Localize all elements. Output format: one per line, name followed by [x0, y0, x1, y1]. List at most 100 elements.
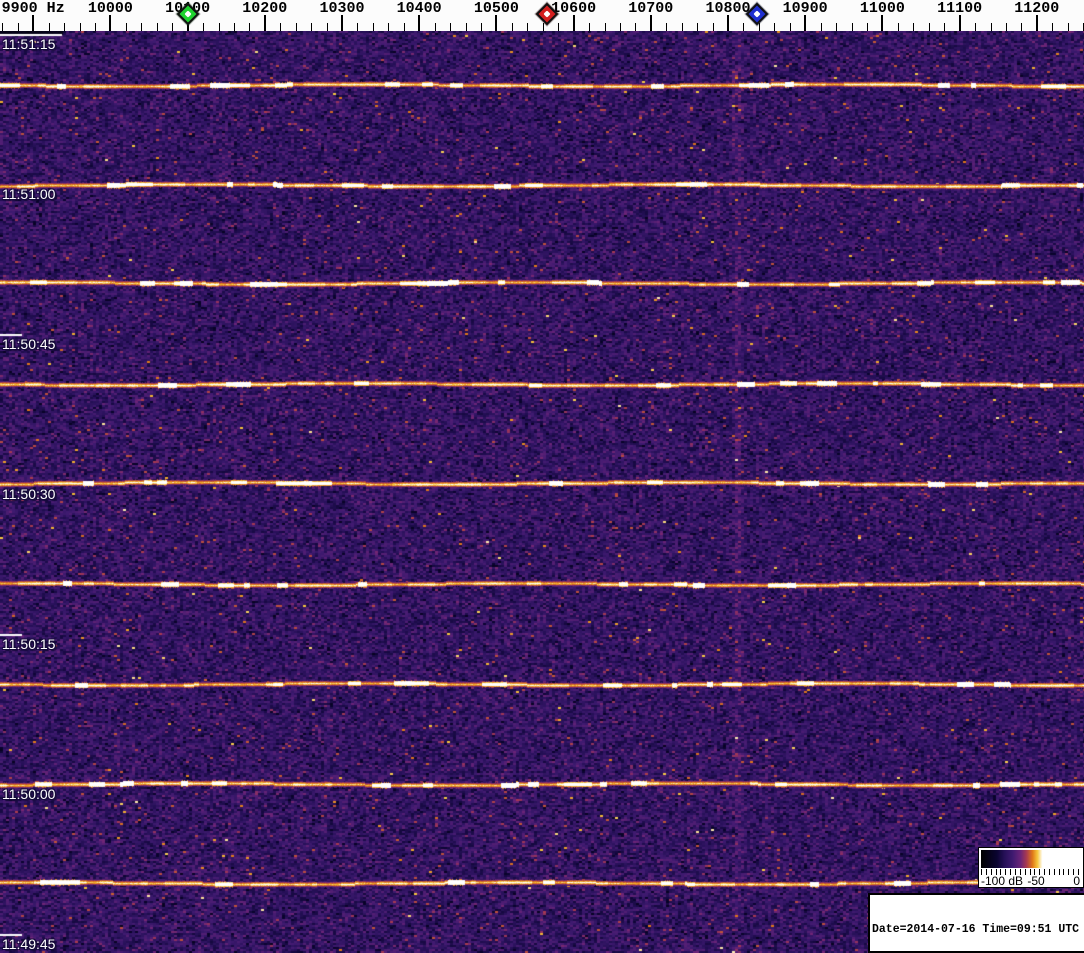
- freq-tick: [635, 23, 636, 31]
- freq-tick: [141, 23, 142, 31]
- freq-tick: [32, 15, 34, 31]
- info-date-time: Date=2014-07-16 Time=09:51 UTC: [872, 923, 1082, 937]
- freq-tick: [821, 23, 822, 31]
- freq-tick: [49, 23, 50, 31]
- colorbar-mid-label: -50: [1027, 875, 1044, 887]
- freq-label: 10000: [88, 0, 133, 17]
- freq-tick: [743, 23, 744, 31]
- freq-tick: [327, 23, 328, 31]
- legend-tick: [1068, 869, 1069, 875]
- time-label: 11:50:30: [2, 486, 55, 502]
- freq-tick: [495, 15, 497, 31]
- freq-tick: [527, 23, 528, 31]
- marker-center-dot: [184, 10, 191, 17]
- waterfall-display[interactable]: [0, 31, 1084, 953]
- freq-tick: [804, 15, 806, 31]
- marker-center-dot: [754, 10, 761, 17]
- freq-tick: [388, 23, 389, 31]
- freq-label: 10900: [783, 0, 828, 17]
- time-label: 11:51:00: [2, 186, 55, 202]
- freq-tick: [466, 23, 467, 31]
- freq-label: 11200: [1014, 0, 1059, 17]
- freq-tick: [881, 15, 883, 31]
- freq-tick: [1006, 23, 1007, 31]
- freq-tick: [418, 15, 420, 31]
- freq-tick: [172, 23, 173, 31]
- legend-tick: [1054, 869, 1055, 875]
- freq-tick: [18, 23, 19, 31]
- observation-info-box: Date=2014-07-16 Time=09:51 UTC Freq=143 …: [868, 893, 1084, 953]
- freq-tick: [867, 23, 868, 31]
- colorbar-max-label: 0: [1073, 875, 1080, 887]
- freq-tick: [620, 23, 621, 31]
- freq-label: 10400: [397, 0, 442, 17]
- freq-tick: [249, 23, 250, 31]
- freq-tick: [929, 23, 930, 31]
- freq-label: 10700: [628, 0, 673, 17]
- freq-tick: [109, 15, 111, 31]
- freq-tick: [558, 23, 559, 31]
- freq-tick: [80, 23, 81, 31]
- freq-tick: [774, 23, 775, 31]
- freq-tick: [1052, 23, 1053, 31]
- time-label: 11:50:15: [2, 636, 55, 652]
- freq-label: 9900 Hz: [2, 0, 65, 17]
- freq-tick: [404, 23, 405, 31]
- freq-tick: [573, 15, 575, 31]
- waterfall-screen: 9900 Hz100001010010200103001040010500106…: [0, 0, 1084, 953]
- freq-tick: [975, 23, 976, 31]
- legend-tick: [1063, 869, 1064, 875]
- freq-tick: [727, 15, 729, 31]
- freq-tick: [64, 23, 65, 31]
- colorbar-min-label: -100 dB: [981, 875, 1023, 887]
- time-label: 11:50:00: [2, 786, 55, 802]
- freq-tick: [157, 23, 158, 31]
- freq-tick: [589, 23, 590, 31]
- freq-tick: [713, 23, 714, 31]
- freq-tick: [280, 23, 281, 31]
- freq-tick: [357, 23, 358, 31]
- freq-tick: [852, 23, 853, 31]
- freq-tick: [435, 23, 436, 31]
- freq-tick: [650, 15, 652, 31]
- freq-tick: [481, 23, 482, 31]
- freq-tick: [2, 23, 3, 31]
- freq-tick: [898, 23, 899, 31]
- freq-tick: [219, 23, 220, 31]
- freq-tick: [543, 23, 544, 31]
- freq-tick: [264, 15, 266, 31]
- time-label: 11:51:15: [2, 36, 55, 52]
- intensity-colorbar: -100 dB -50 0: [978, 847, 1084, 888]
- frequency-ruler[interactable]: 9900 Hz100001010010200103001040010500106…: [0, 0, 1084, 31]
- legend-tick: [1049, 869, 1050, 875]
- colorbar-gradient: [981, 850, 1080, 868]
- freq-tick: [203, 23, 204, 31]
- freq-tick: [682, 23, 683, 31]
- freq-tick: [234, 23, 235, 31]
- freq-tick: [296, 23, 297, 31]
- freq-tick: [311, 23, 312, 31]
- freq-label: 10500: [474, 0, 519, 17]
- freq-label: 10200: [242, 0, 287, 17]
- marker-center-dot: [543, 10, 550, 17]
- legend-tick: [1025, 869, 1026, 875]
- freq-tick: [836, 23, 837, 31]
- freq-tick: [512, 23, 513, 31]
- freq-label: 11100: [937, 0, 982, 17]
- freq-label: 10800: [705, 0, 750, 17]
- freq-tick: [605, 23, 606, 31]
- legend-tick: [1059, 869, 1060, 875]
- freq-tick: [991, 23, 992, 31]
- freq-tick: [697, 23, 698, 31]
- freq-tick: [913, 23, 914, 31]
- freq-tick: [959, 15, 961, 31]
- freq-tick: [666, 23, 667, 31]
- freq-label: 11000: [860, 0, 905, 17]
- freq-label: 10300: [319, 0, 364, 17]
- time-label: 11:50:45: [2, 336, 55, 352]
- time-label: 11:49:45: [2, 936, 55, 952]
- freq-tick: [1021, 23, 1022, 31]
- freq-tick: [341, 15, 343, 31]
- freq-tick: [790, 23, 791, 31]
- freq-tick: [759, 23, 760, 31]
